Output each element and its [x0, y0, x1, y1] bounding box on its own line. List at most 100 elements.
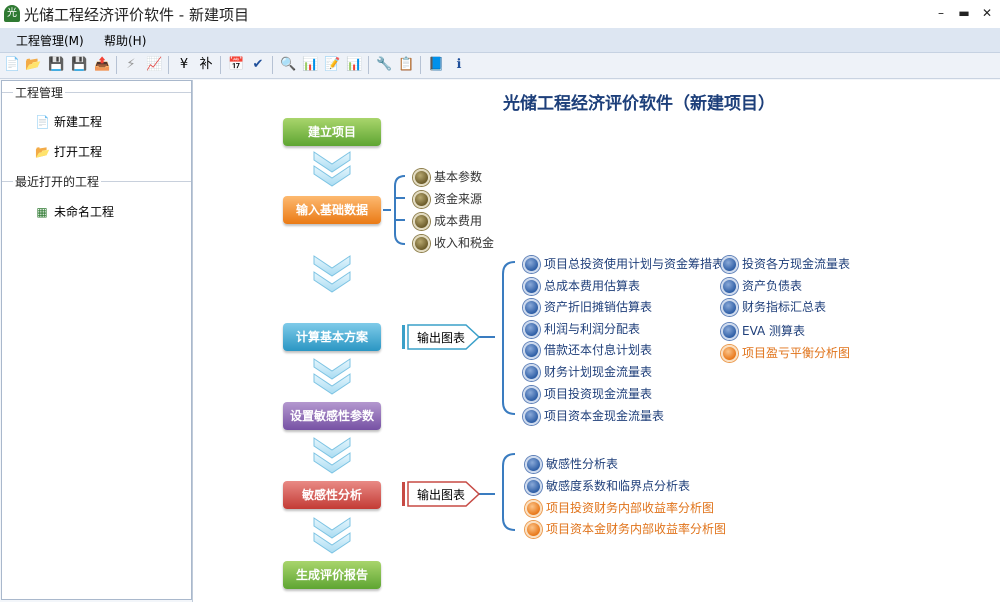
- bullet-icon: [413, 235, 430, 252]
- report-item[interactable]: 项目投资现金流量表: [523, 385, 652, 403]
- open-folder-icon[interactable]: 📂: [25, 57, 41, 73]
- sidebar-item-label: 新建工程: [54, 115, 103, 129]
- step-calc-base-scheme[interactable]: 计算基本方案: [283, 323, 381, 351]
- step-sensitivity-analysis[interactable]: 敏感性分析: [283, 481, 381, 509]
- info-icon[interactable]: ℹ: [451, 57, 467, 73]
- calculate-icon[interactable]: ⚡: [123, 57, 139, 73]
- bullet-icon: [523, 342, 540, 359]
- chart-item[interactable]: 项目盈亏平衡分析图: [721, 344, 850, 362]
- main-panel: 光储工程经济评价软件（新建项目） 建立项目 输入基础数据 计算基本方案 设置敏感…: [192, 80, 1000, 602]
- bullet-icon: [523, 278, 540, 295]
- excel-icon[interactable]: 📊: [302, 57, 318, 73]
- chart-item[interactable]: 项目资本金财务内部收益率分析图: [525, 520, 726, 538]
- bullet-icon: [413, 169, 430, 186]
- report-item[interactable]: 财务计划现金流量表: [523, 363, 652, 381]
- input-fund-source[interactable]: 资金来源: [413, 190, 482, 208]
- report-item[interactable]: 利润与利润分配表: [523, 320, 640, 338]
- item-label: 资产折旧摊销估算表: [544, 300, 653, 314]
- toolbar-separator: [368, 56, 369, 74]
- item-label: 项目盈亏平衡分析图: [742, 346, 851, 360]
- item-label: 敏感性分析表: [546, 457, 619, 471]
- toolbar-separator: [272, 56, 273, 74]
- menu-help[interactable]: 帮助(H): [104, 32, 146, 49]
- step-input-basic-data[interactable]: 输入基础数据: [283, 196, 381, 224]
- report-item[interactable]: 投资各方现金流量表: [721, 255, 850, 273]
- input-revenue-tax[interactable]: 收入和税金: [413, 234, 494, 252]
- report-item[interactable]: 资产折旧摊销估算表: [523, 298, 652, 316]
- sidebar-item-open[interactable]: 📂 打开工程: [35, 143, 102, 160]
- calendar-icon[interactable]: 📅: [228, 57, 244, 73]
- supplement-icon[interactable]: 补: [198, 57, 214, 73]
- sidebar-item-label: 打开工程: [54, 145, 103, 159]
- export-icon[interactable]: 📤: [94, 57, 110, 73]
- minimize-button[interactable]: –: [931, 4, 951, 22]
- check-icon[interactable]: ✔: [250, 57, 266, 73]
- toolbar-separator: [420, 56, 421, 74]
- report-item[interactable]: 总成本费用估算表: [523, 277, 640, 295]
- item-label: 敏感度系数和临界点分析表: [546, 479, 691, 493]
- save-as-icon[interactable]: 💾: [71, 57, 87, 73]
- chart-item[interactable]: 项目投资财务内部收益率分析图: [525, 499, 714, 517]
- step-set-sensitivity[interactable]: 设置敏感性参数: [283, 402, 381, 430]
- item-label: 基本参数: [434, 170, 483, 184]
- report-item[interactable]: 财务指标汇总表: [721, 298, 826, 316]
- item-label: 项目投资财务内部收益率分析图: [546, 501, 715, 515]
- bullet-icon: [523, 299, 540, 316]
- item-label: 资产负债表: [742, 279, 803, 293]
- maximize-button[interactable]: ▬: [954, 4, 974, 22]
- group-label-recent: 最近打开的工程: [13, 173, 102, 190]
- report-item[interactable]: 敏感度系数和临界点分析表: [525, 477, 690, 495]
- report-item[interactable]: 项目总投资使用计划与资金筹措表: [523, 255, 724, 273]
- bullet-icon: [523, 408, 540, 425]
- report-item[interactable]: EVA 测算表: [721, 322, 805, 340]
- report-item[interactable]: 项目资本金现金流量表: [523, 407, 664, 425]
- output-charts-sens[interactable]: 输出图表: [403, 482, 473, 506]
- input-basic-params[interactable]: 基本参数: [413, 168, 482, 186]
- item-label: 财务计划现金流量表: [544, 365, 653, 379]
- chart-icon[interactable]: 📈: [146, 57, 162, 73]
- title-bar: 光 光储工程经济评价软件 - 新建项目 – ▬ ✕: [0, 0, 1000, 28]
- report-item[interactable]: 敏感性分析表: [525, 455, 618, 473]
- save-icon[interactable]: 💾: [48, 57, 64, 73]
- sidebar: 工程管理 📄 新建工程 📂 打开工程 最近打开的工程 ▦ 未命名工程: [1, 80, 192, 600]
- help-book-icon[interactable]: 📘: [428, 57, 444, 73]
- item-label: EVA 测算表: [742, 324, 806, 338]
- bullet-icon: [721, 323, 738, 340]
- toolbar: 📄 📂 💾 💾 📤 ⚡ 📈 ¥ 补 📅 ✔ 🔍 📊 📝 📊 🔧 📋 📘 ℹ: [0, 53, 1000, 79]
- app-logo-icon: 光: [4, 5, 20, 22]
- bullet-icon: [525, 521, 542, 538]
- bullet-icon: [721, 299, 738, 316]
- item-label: 收入和税金: [434, 236, 495, 250]
- bullet-icon: [721, 278, 738, 295]
- item-label: 借款还本付息计划表: [544, 343, 653, 357]
- report-item[interactable]: 资产负债表: [721, 277, 802, 295]
- menu-bar: 工程管理(M) 帮助(H): [0, 28, 1000, 53]
- item-label: 项目资本金现金流量表: [544, 409, 665, 423]
- item-label: 投资各方现金流量表: [742, 257, 851, 271]
- step-generate-report[interactable]: 生成评价报告: [283, 561, 381, 589]
- tools-icon[interactable]: 🔧: [376, 57, 392, 73]
- bullet-icon: [525, 456, 542, 473]
- report-icon[interactable]: 📋: [398, 57, 414, 73]
- item-label: 总成本费用估算表: [544, 279, 641, 293]
- report-item[interactable]: 借款还本付息计划表: [523, 341, 652, 359]
- close-button[interactable]: ✕: [977, 4, 997, 22]
- item-label: 利润与利润分配表: [544, 322, 641, 336]
- output-charts-calc[interactable]: 输出图表: [403, 325, 473, 349]
- toolbar-separator: [116, 56, 117, 74]
- bullet-icon: [413, 213, 430, 230]
- item-label: 项目资本金财务内部收益率分析图: [546, 522, 727, 536]
- item-label: 成本费用: [434, 214, 483, 228]
- new-file-icon[interactable]: 📄: [4, 57, 20, 73]
- sidebar-item-new[interactable]: 📄 新建工程: [35, 113, 102, 130]
- word-icon[interactable]: 📝: [324, 57, 340, 73]
- bar-chart-icon[interactable]: 📊: [346, 57, 362, 73]
- step-create-project[interactable]: 建立项目: [283, 118, 381, 146]
- sidebar-item-recent[interactable]: ▦ 未命名工程: [35, 203, 114, 220]
- input-cost[interactable]: 成本费用: [413, 212, 482, 230]
- sidebar-item-label: 未命名工程: [54, 205, 115, 219]
- preview-icon[interactable]: 🔍: [280, 57, 296, 73]
- new-document-icon: 📄: [35, 115, 50, 129]
- currency-icon[interactable]: ¥: [176, 57, 192, 73]
- menu-project[interactable]: 工程管理(M): [16, 32, 84, 49]
